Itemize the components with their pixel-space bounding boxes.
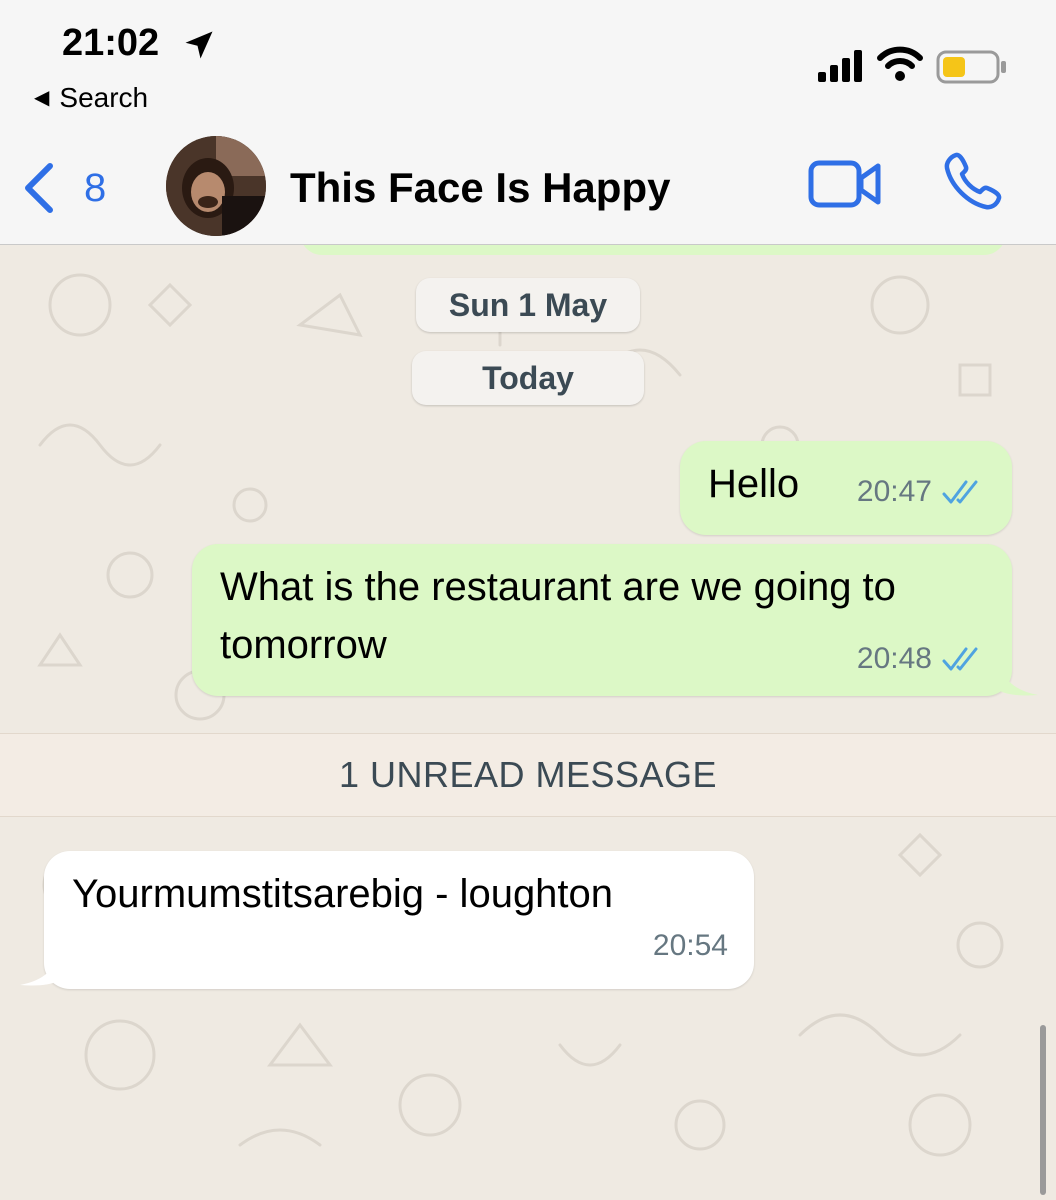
message-text: Yourmumstitsarebig - loughton xyxy=(72,872,614,916)
message-time: 20:48 xyxy=(856,642,932,675)
contact-name[interactable]: This Face Is Happy xyxy=(290,164,670,212)
double-check-read-icon xyxy=(942,480,978,504)
message-time: 20:47 xyxy=(856,475,932,508)
back-button[interactable]: 8 xyxy=(22,158,122,218)
bubble-tail xyxy=(1000,665,1038,696)
double-check-read-icon xyxy=(942,647,978,671)
battery-icon xyxy=(936,50,1006,84)
back-to-search-link[interactable]: ◀ Search xyxy=(34,82,148,114)
contact-avatar[interactable] xyxy=(166,136,266,236)
avatar-photo xyxy=(166,136,266,236)
message-meta: 20:48 xyxy=(857,630,986,688)
video-call-icon[interactable] xyxy=(808,158,882,210)
cellular-signal-icon xyxy=(818,50,862,82)
previous-message-bubble xyxy=(300,245,1006,255)
outgoing-message[interactable]: Hello 20:47 xyxy=(680,441,1012,535)
scrollbar[interactable] xyxy=(1040,1025,1046,1195)
location-arrow-icon xyxy=(185,31,213,59)
outgoing-message[interactable]: What is the restaurant are we going to t… xyxy=(192,544,1012,696)
unread-messages-banner: 1 UNREAD MESSAGE xyxy=(0,733,1056,817)
back-triangle-icon: ◀ xyxy=(34,87,50,109)
back-search-label: Search xyxy=(59,82,149,113)
message-meta: 20:47 xyxy=(857,463,986,521)
chevron-left-icon xyxy=(25,163,53,213)
status-time: 21:02 xyxy=(62,22,160,64)
top-bar: 21:02 ◀ Search 8 This Face Is Happy xyxy=(0,0,1056,245)
message-time: 20:54 xyxy=(652,929,728,962)
wifi-icon xyxy=(877,46,923,81)
date-separator: Sun 1 May xyxy=(416,278,640,332)
incoming-message[interactable]: Yourmumstitsarebig - loughton 20:54 xyxy=(44,851,754,989)
message-meta: 20:54 xyxy=(653,917,728,975)
date-separator: Today xyxy=(412,351,644,405)
unread-chats-count: 8 xyxy=(84,165,107,210)
chat-area[interactable]: Sun 1 May Today Hello 20:47 What is the … xyxy=(0,245,1056,1200)
phone-call-icon[interactable] xyxy=(942,150,1004,212)
bubble-tail xyxy=(20,955,58,986)
message-text: Hello xyxy=(708,462,800,506)
